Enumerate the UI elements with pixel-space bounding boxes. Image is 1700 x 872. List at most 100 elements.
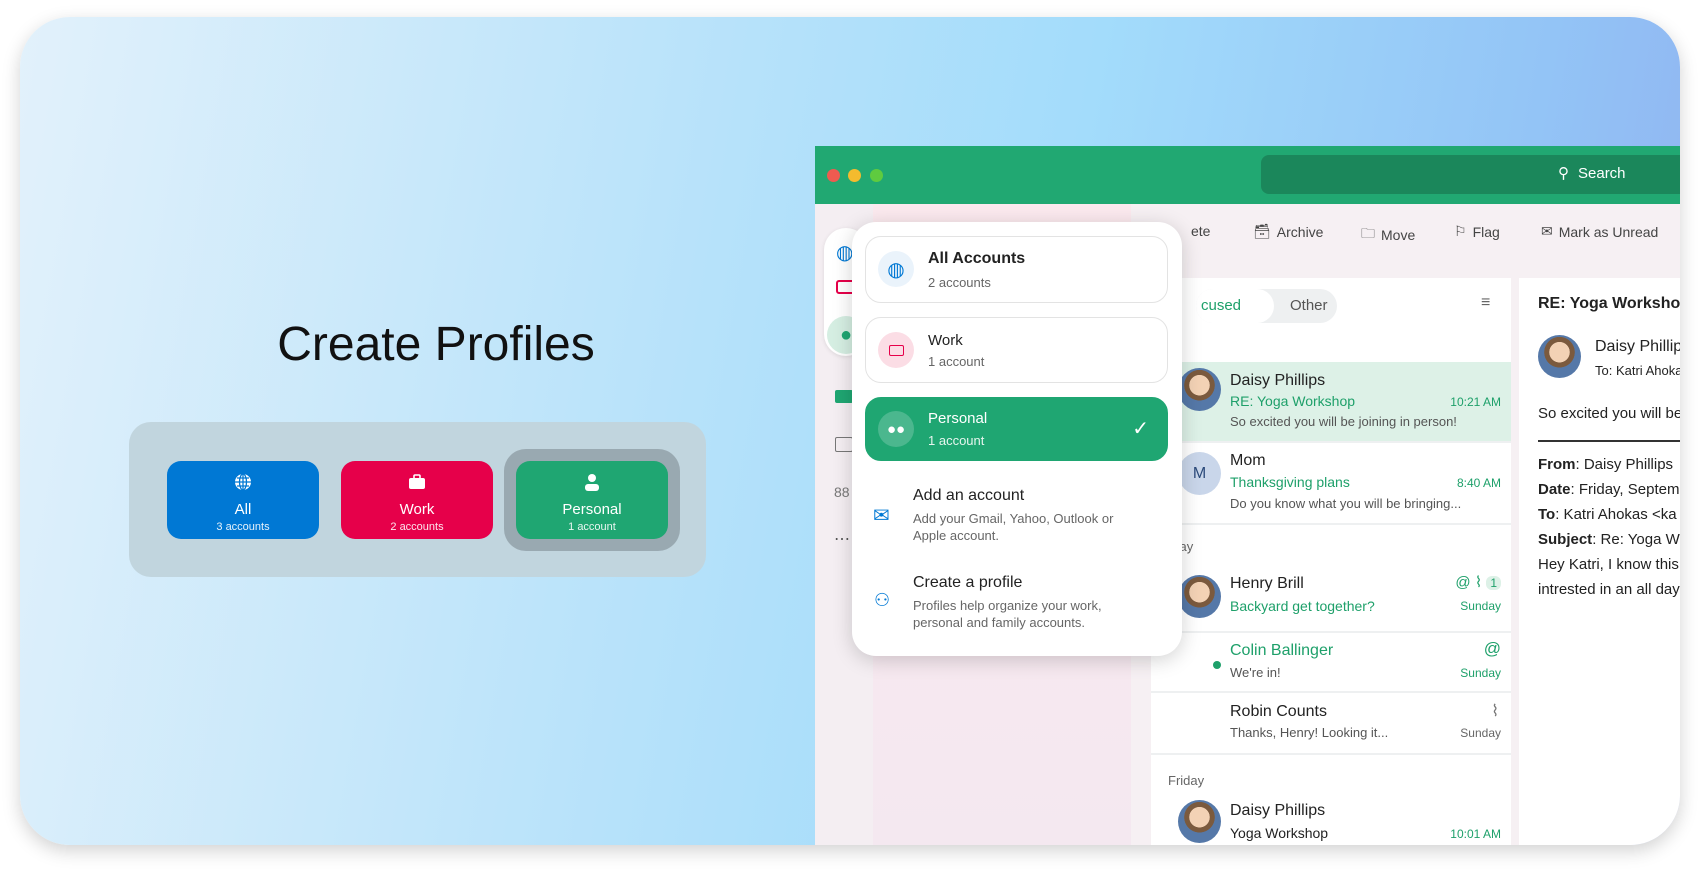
attachment-icon: ⌇ — [1491, 703, 1499, 720]
toolbar-archive[interactable]: 🗃 Archive — [1253, 223, 1323, 240]
close-button[interactable] — [827, 169, 840, 182]
people-icon: ●● — [878, 411, 914, 447]
account-sub: 1 account — [928, 433, 985, 448]
unread-dot — [1213, 661, 1221, 669]
add-account-option[interactable]: ✉ Add an account Add your Gmail, Yahoo, … — [852, 477, 1182, 557]
toolbar-label: Mark as Unread — [1558, 223, 1659, 240]
flag-icon: ⚐ — [1454, 223, 1467, 239]
profile-label: All — [234, 501, 252, 518]
avatar: M — [1178, 452, 1221, 495]
check-icon: ✓ — [1132, 418, 1149, 440]
mail-icon[interactable] — [835, 390, 853, 403]
promo-card: Create Profiles All 3 accounts Work 2 ac… — [20, 17, 1680, 845]
zoom-button[interactable] — [870, 169, 883, 182]
unread-count: 1 — [1486, 576, 1501, 590]
sender: Daisy Phillips — [1230, 802, 1326, 819]
globe-icon: ◍ — [878, 251, 914, 287]
account-all[interactable]: ◍ All Accounts 2 accounts — [865, 236, 1168, 303]
body-text: intrested in an all day — [1538, 581, 1680, 598]
briefcase-icon — [409, 474, 425, 489]
search-label: Search — [1578, 165, 1626, 182]
globe-icon[interactable]: ◍ — [836, 240, 853, 265]
add-person-icon: ⚇ — [874, 590, 891, 610]
profile-sub: 2 accounts — [390, 521, 444, 533]
account-work[interactable]: Work 1 account — [865, 317, 1168, 383]
preview: Yoga Workshop — [1230, 825, 1329, 841]
profile-personal-button[interactable]: Personal 1 account — [516, 461, 668, 539]
message-row[interactable]: Robin Counts Thanks, Henry! Looking it..… — [1151, 693, 1511, 755]
create-profile-option[interactable]: ⚇ Create a profile Profiles help organiz… — [852, 564, 1182, 644]
message-title: RE: Yoga Workshop — [1538, 295, 1680, 312]
message-list: cused Other ≡ Daisy Phillips RE: Yoga Wo… — [1151, 278, 1511, 845]
subject: Thanksgiving plans — [1230, 474, 1350, 490]
toolbar-move[interactable]: 🗀 Move — [1361, 223, 1415, 247]
mention-icon: @ — [1483, 639, 1501, 658]
title-bar: ⚲ Search — [815, 146, 1680, 204]
archive-icon: 🗃 — [1253, 223, 1271, 239]
message-row[interactable]: Henry Brill Backyard get together? @ ⌇ 1… — [1151, 565, 1511, 633]
to-label: To: — [1595, 363, 1613, 378]
preview: Thanks, Henry! Looking it... — [1230, 725, 1389, 740]
profile-label: Work — [399, 501, 435, 518]
sender: Daisy Phillips — [1230, 372, 1326, 389]
search-icon: ⚲ — [1558, 165, 1569, 182]
minimize-button[interactable] — [848, 169, 861, 182]
folder-move-icon: 🗀 — [1361, 225, 1375, 241]
time: 10:01 AM — [1450, 827, 1501, 841]
toolbar-label: Archive — [1276, 223, 1324, 240]
toolbar-flag[interactable]: ⚐ Flag — [1454, 223, 1500, 240]
preview: So excited you will be joining in person… — [1230, 414, 1457, 429]
header-field: From: Daisy Phillips — [1538, 456, 1674, 473]
header-field: Date: Friday, Septem — [1538, 481, 1680, 498]
message-row[interactable]: Daisy Phillips Yoga Workshop 10:01 AM — [1151, 792, 1511, 845]
sender: Colin Ballinger — [1230, 642, 1334, 659]
subject: Backyard get together? — [1230, 598, 1375, 614]
time: 10:21 AM — [1450, 395, 1501, 409]
avatar — [1178, 368, 1221, 411]
calendar-icon[interactable] — [835, 437, 853, 452]
tab-focused[interactable]: cused — [1196, 289, 1274, 323]
sender-name: Daisy Phillips — [1595, 338, 1680, 355]
time: 8:40 AM — [1456, 476, 1501, 490]
toolbar-label: ete — [1191, 223, 1211, 239]
profile-label: Personal — [562, 501, 622, 518]
search-bar[interactable]: ⚲ Search — [1261, 155, 1680, 194]
people-icon[interactable]: 88 — [834, 484, 850, 500]
filter-icon[interactable]: ≡ — [1481, 294, 1490, 312]
account-sub: 2 accounts — [928, 275, 991, 290]
option-title: Create a profile — [913, 574, 1023, 591]
sender: Mom — [1230, 452, 1266, 469]
account-title: All Accounts — [928, 250, 1026, 267]
message-row[interactable]: Colin Ballinger We're in! @ Sunday — [1151, 633, 1511, 693]
toolbar-label: Flag — [1472, 223, 1500, 240]
account-sub: 1 account — [928, 354, 985, 369]
account-title: Work — [928, 332, 963, 349]
message-row[interactable]: M Mom Thanksgiving plans 8:40 AM Do you … — [1151, 444, 1511, 525]
reading-pane: RE: Yoga Workshop Daisy Phillips To: Kat… — [1519, 278, 1680, 845]
briefcase-icon — [878, 332, 914, 368]
option-desc: Profiles help organize your work, person… — [913, 598, 1102, 630]
preview: Do you know what you will be bringing... — [1230, 496, 1462, 511]
avatar — [1178, 800, 1221, 843]
globe-icon — [235, 473, 251, 491]
subject: RE: Yoga Workshop — [1230, 393, 1356, 409]
profile-all-button[interactable]: All 3 accounts — [167, 461, 319, 539]
profile-work-button[interactable]: Work 2 accounts — [341, 461, 493, 539]
hero-title: Create Profiles — [277, 318, 595, 371]
body-text: Hey Katri, I know this — [1538, 556, 1679, 573]
time: Sunday — [1460, 726, 1501, 740]
time: Sunday — [1460, 599, 1501, 613]
toolbar-mark-unread[interactable]: ✉ Mark as Unread — [1541, 223, 1658, 240]
account-personal[interactable]: ●● Personal 1 account ✓ — [865, 397, 1168, 461]
add-mail-icon: ✉ — [873, 505, 890, 527]
more-icon[interactable]: ⋯ — [834, 529, 850, 549]
group-header: Friday — [1168, 773, 1205, 788]
header-field: Subject: Re: Yoga W — [1538, 531, 1680, 548]
tab-other[interactable]: Other — [1290, 297, 1328, 314]
message-row[interactable]: Daisy Phillips RE: Yoga Workshop 10:21 A… — [1151, 362, 1511, 443]
option-desc: Add your Gmail, Yahoo, Outlook or Apple … — [913, 511, 1114, 543]
toolbar-delete[interactable]: ete — [1191, 223, 1210, 239]
account-switcher-popup: ◍ All Accounts 2 accounts Work 1 account… — [852, 222, 1182, 656]
profile-sub: 3 accounts — [216, 521, 270, 533]
preview: We're in! — [1230, 665, 1281, 680]
